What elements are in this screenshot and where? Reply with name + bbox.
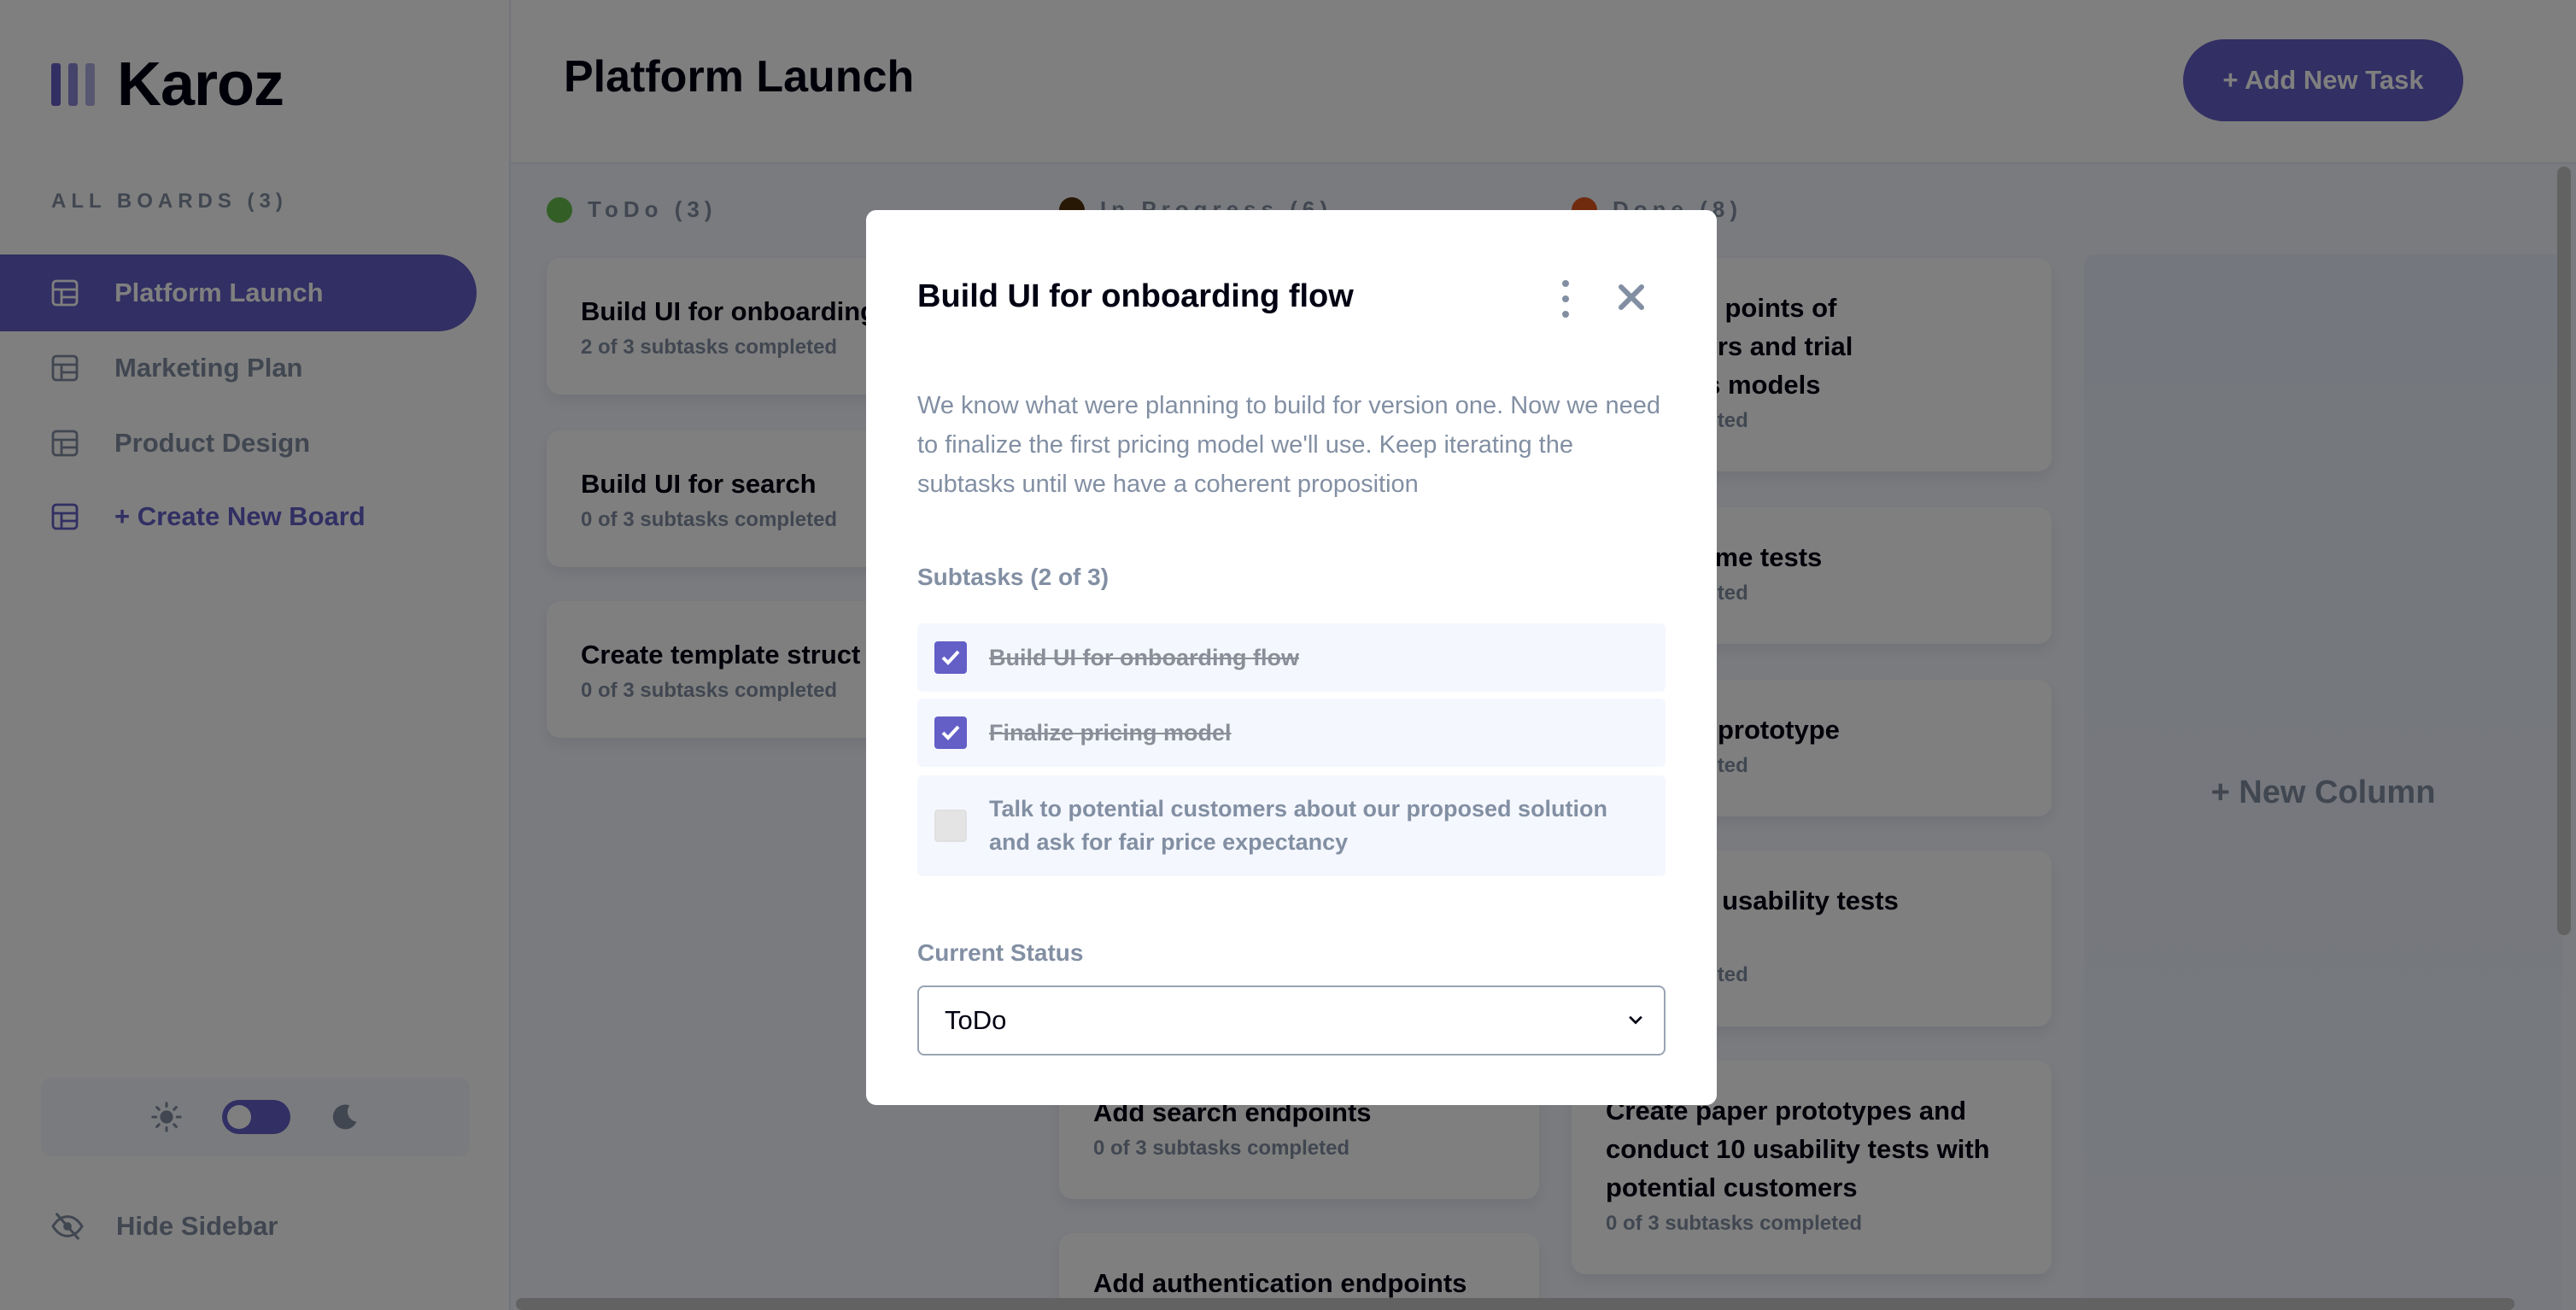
status-select[interactable]: ToDo [917, 985, 1666, 1056]
current-status-label: Current Status [917, 939, 1084, 966]
check-icon [941, 725, 960, 740]
subtask-item[interactable]: Talk to potential customers about our pr… [917, 775, 1666, 876]
checkbox-checked[interactable] [934, 641, 967, 674]
chevron-down-icon [1629, 1015, 1642, 1025]
subtask-label: Build UI for onboarding flow [989, 644, 1299, 670]
subtask-item[interactable]: Finalize pricing model [917, 699, 1666, 767]
subtasks-label: Subtasks (2 of 3) [917, 564, 1109, 590]
subtask-label: Talk to potential customers about our pr… [989, 796, 1608, 855]
status-select-value: ToDo [945, 1005, 1007, 1035]
checkbox-unchecked[interactable] [934, 810, 967, 842]
close-icon[interactable] [1614, 280, 1648, 314]
task-menu-icon[interactable] [1560, 280, 1572, 318]
task-detail-modal: Build UI for onboarding flow We know wha… [866, 210, 1717, 1105]
subtask-label: Finalize pricing model [989, 719, 1232, 746]
modal-title: Build UI for onboarding flow [917, 278, 1354, 314]
subtask-item[interactable]: Build UI for onboarding flow [917, 623, 1666, 692]
checkbox-checked[interactable] [934, 716, 967, 749]
check-icon [941, 650, 960, 665]
modal-description: We know what were planning to build for … [917, 392, 1660, 498]
app: Karoz ALL BOARDS (3) Platform Launch Mar… [0, 0, 2576, 1310]
